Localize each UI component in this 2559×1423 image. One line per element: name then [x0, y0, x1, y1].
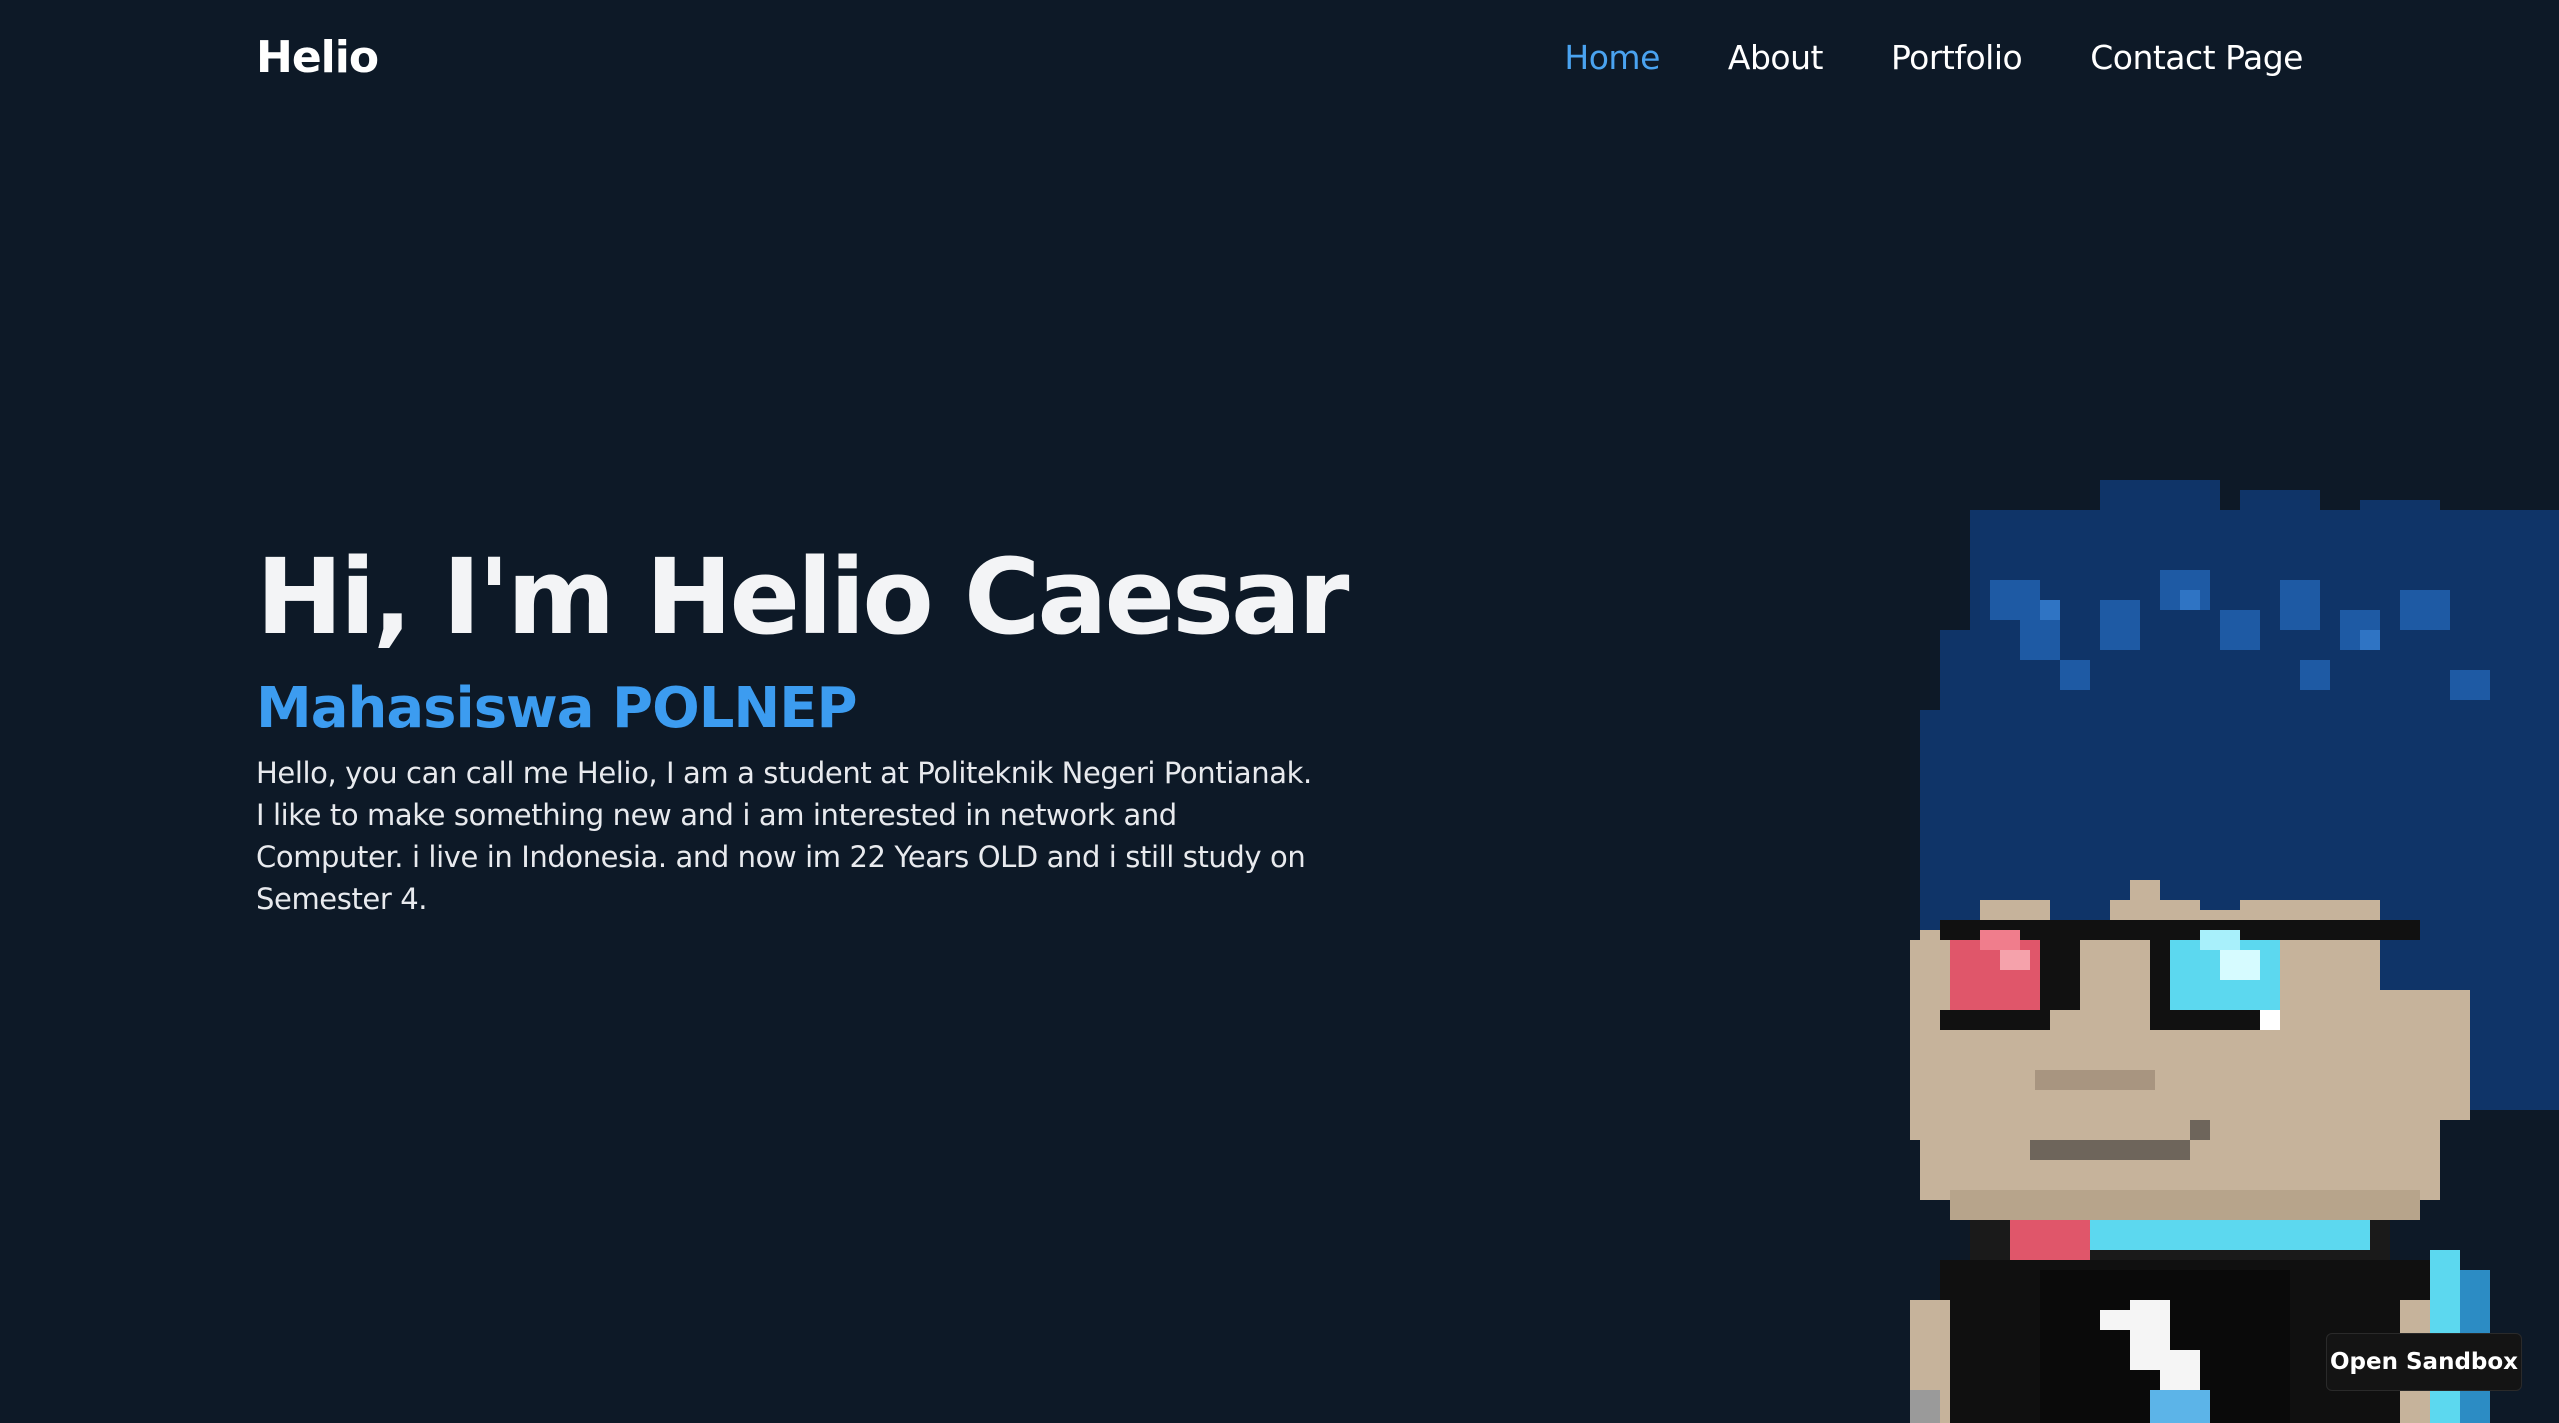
hero-subtitle: Mahasiswa POLNEP: [256, 676, 858, 742]
brand-logo[interactable]: Helio: [256, 32, 379, 83]
nav-about[interactable]: About: [1728, 38, 1824, 77]
nav-portfolio[interactable]: Portfolio: [1891, 38, 2023, 77]
open-sandbox-button[interactable]: Open Sandbox: [2326, 1333, 2522, 1391]
nav-contact-page[interactable]: Contact Page: [2090, 38, 2303, 77]
pixel-avatar-image: [1910, 480, 2559, 1423]
site-header: Helio Home About Portfolio Contact Page: [0, 0, 2559, 120]
hero-description: Hello, you can call me Helio, I am a stu…: [256, 755, 1312, 916]
hero-section: Hi, I'm Helio Caesar Mahasiswa POLNEP He…: [256, 540, 1356, 920]
hero-title: Hi, I'm Helio Caesar: [256, 536, 1349, 658]
nav-home[interactable]: Home: [1564, 38, 1660, 77]
main-nav: Home About Portfolio Contact Page: [1564, 38, 2303, 77]
